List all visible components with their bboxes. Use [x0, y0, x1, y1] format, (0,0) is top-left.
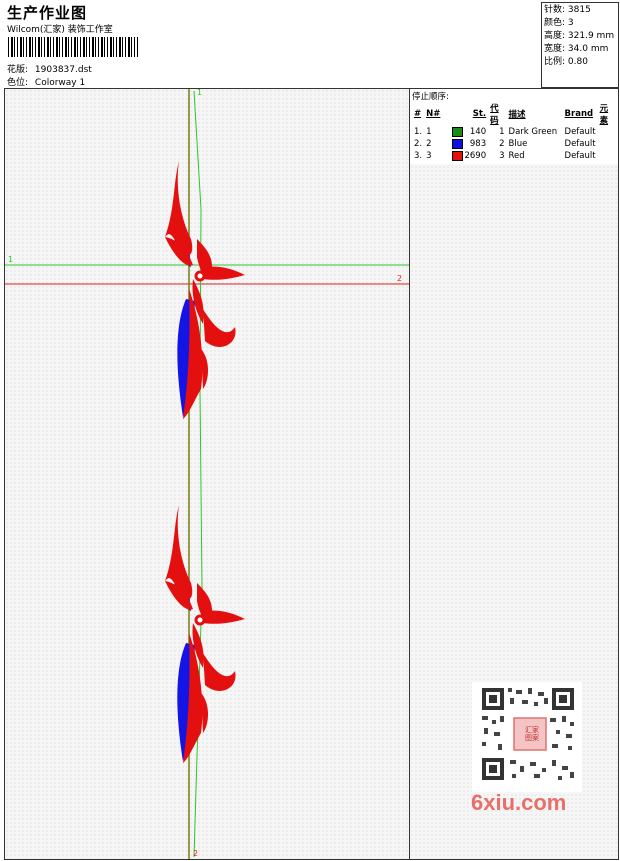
motif-top — [165, 161, 245, 419]
qr-stamp-text: 汇家 图案 — [525, 726, 539, 742]
marker-1-left: 1 — [8, 255, 14, 264]
studio-name: Wilcom(汇家) 装饰工作室 — [7, 25, 113, 35]
stat-stitches: 针数: 3815 — [544, 5, 591, 15]
stop-sequence-title: 停止顺序: — [412, 92, 449, 102]
motif-bottom — [165, 505, 245, 763]
barcode — [8, 37, 138, 57]
color-swatch-blue — [452, 139, 464, 149]
table-row: 1. 1 140 1 Dark Green Default — [414, 127, 596, 137]
colorway-value: Colorway 1 — [34, 78, 86, 88]
page-title: 生产作业图 — [7, 4, 88, 22]
stats-list: 针数: 3815 颜色: 3 高度: 321.9 mm 宽度: 34.0 mm … — [544, 4, 614, 69]
marker-2-right: 2 — [397, 274, 403, 283]
colorway-label: 色位: — [7, 78, 29, 88]
embroidery-preview-svg — [5, 89, 409, 859]
stat-height: 高度: 321.9 mm — [544, 31, 615, 41]
table-row: 2. 2 983 2 Blue Default — [414, 139, 596, 149]
stat-scale: 比例: 0.80 — [544, 57, 588, 67]
design-file-row: 花版: 1903837.dst — [7, 62, 92, 75]
marker-1-top: 1 — [197, 88, 203, 97]
colorway-row: 色位: Colorway 1 — [7, 75, 85, 88]
stat-width: 宽度: 34.0 mm — [544, 44, 609, 54]
qr-code: 汇家 图案 — [472, 682, 582, 792]
table-row: 3. 3 2690 3 Red Default — [414, 151, 596, 161]
color-swatch-dark-green — [452, 127, 464, 137]
color-swatch-red — [452, 151, 464, 161]
stop-table-header: # N# St. 代码 描述 Brand 元素 — [414, 104, 609, 126]
design-preview: 1 1 2 2 — [4, 88, 410, 860]
design-file-label: 花版: — [7, 65, 29, 75]
stop-sequence-block: 停止顺序: # N# St. 代码 描述 Brand 元素 1. 1 140 1… — [410, 89, 618, 164]
design-file-value: 1903837.dst — [34, 65, 92, 75]
stop-sequence-table: # N# St. 代码 描述 Brand 元素 1. 1 140 1 Dark … — [412, 102, 616, 162]
watermark-text: 6xiu.com — [471, 790, 567, 815]
stat-colors: 颜色: 3 — [544, 18, 574, 28]
marker-2-bottom: 2 — [193, 849, 199, 858]
